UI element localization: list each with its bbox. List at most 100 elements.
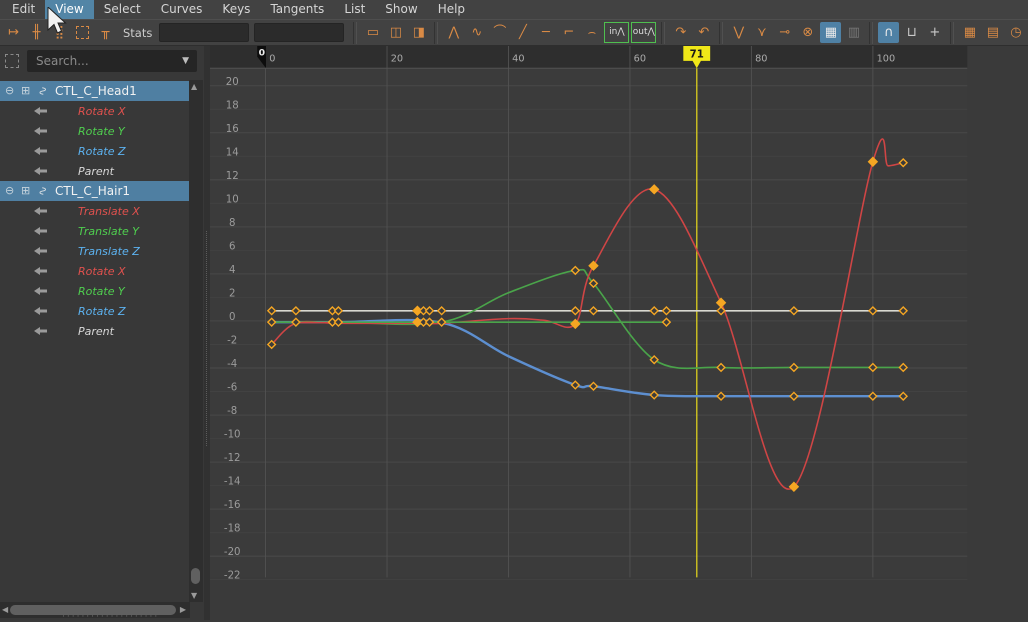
channel-key-icon [34,227,47,235]
channel-key-icon [34,267,47,275]
tree-channel-rotate-z[interactable]: Rotate Z [0,141,189,161]
y-tick-label: -10 [224,430,241,441]
channel-key-icon [34,127,47,135]
y-tick-label: -4 [227,359,237,370]
filter-selection-icon[interactable] [5,54,19,68]
expand-icon[interactable]: ⊞ [21,185,30,197]
stats-field-1[interactable] [159,23,250,42]
menu-item-keys[interactable]: Keys [212,0,260,19]
range-start-label: 0 [259,47,265,58]
time-editor-icon[interactable]: ◷ [1005,22,1026,43]
menu-item-curves[interactable]: Curves [151,0,213,19]
clamped-tangent-icon[interactable]: ⌒ [489,22,510,43]
linear-tangent-icon[interactable]: ╱ [512,22,533,43]
lock-tangent-weight-icon[interactable]: ⊗ [797,22,818,43]
insert-keys-icon[interactable]: ╫ [26,22,47,43]
tree-node-ctl-c-head1[interactable]: ⊖ ⊞ ∿ CTL_C_Head1 [0,81,189,101]
y-tick-label: -22 [224,571,241,582]
menu-item-tangents[interactable]: Tangents [260,0,334,19]
menu-item-list[interactable]: List [334,0,375,19]
buffer-curve-snapshot-icon[interactable]: ↷ [670,22,691,43]
collapse-icon[interactable]: ⊖ [5,85,14,97]
scroll-up-icon[interactable]: ▲ [191,82,197,91]
y-tick-label: 18 [226,100,239,111]
expand-icon[interactable]: ⊞ [21,85,30,97]
anim-curve-icon: ∿ [36,185,51,197]
value-snap-icon[interactable]: ⊔ [901,22,922,43]
tree-channel-parent[interactable]: Parent [0,321,189,341]
menu-bar: Edit View Select Curves Keys Tangents List Show… [0,0,1028,19]
y-tick-label: 12 [226,171,239,182]
x-tick-label: 40 [512,53,524,64]
tree-channel-translate-z[interactable]: Translate Z [0,241,189,261]
spreadsheet-view-icon[interactable]: ▦ [959,22,980,43]
channel-label: Rotate Z [78,305,126,318]
y-tick-label: 8 [229,218,235,229]
lattice-deform-keys-icon[interactable]: ⣿ [49,22,70,43]
search-input[interactable]: Search... ▼ [27,50,197,72]
free-tangent-weight-icon[interactable]: ⊸ [774,22,795,43]
frame-all-icon[interactable]: ▭ [362,22,383,43]
graph-background[interactable] [210,46,968,578]
center-current-time-icon[interactable]: ◨ [408,22,429,43]
unify-tangents-icon[interactable]: ⋎ [751,22,772,43]
x-tick-label: 0 [269,53,275,64]
channel-key-icon [34,287,47,295]
x-tick-label: 20 [391,53,403,64]
tree-channel-rotate-x[interactable]: Rotate X [0,101,189,121]
plateau-tangent-icon[interactable]: ⌢ [581,22,602,43]
tree-channel-translate-y[interactable]: Translate Y [0,221,189,241]
tree-vertical-scrollbar[interactable]: ▲ ▼ [189,80,203,602]
move-nearest-picked-key-icon[interactable]: ↦ [3,22,24,43]
toolbar: ↦ ╫ ⣿ ╥ Stats ▭ ◫ ◨ ⋀ ∿ ⌒ ╱ ─ ⌐ ⌢ in⋀ out⋀ ↷ ↶ ⋁ ⋎ ⊸ ⊗ ▦ ▥ ∩ ⊔ + ▦ ▤ ◷ [0,19,1028,46]
x-tick-label: 80 [755,53,767,64]
scroll-left-icon[interactable]: ◀ [2,605,8,614]
spline-tangent-icon[interactable]: ∿ [466,22,487,43]
time-ruler[interactable] [210,46,968,69]
dope-sheet-icon[interactable]: ▤ [982,22,1003,43]
scroll-down-icon[interactable]: ▼ [191,591,197,600]
region-select-keys-icon[interactable] [72,22,93,43]
break-tangents-icon[interactable]: ⋁ [728,22,749,43]
menu-item-edit[interactable]: Edit [2,0,45,19]
out-tangent-icon[interactable]: out⋀ [631,22,657,43]
key-nudge-icon[interactable]: + [924,22,945,43]
frame-playback-range-icon[interactable]: ◫ [385,22,406,43]
menu-item-view[interactable]: View [45,0,94,19]
menu-item-select[interactable]: Select [94,0,151,19]
auto-tangent-icon[interactable]: ⋀ [443,22,464,43]
y-tick-label: -16 [224,500,241,511]
search-dropdown-icon[interactable]: ▼ [182,56,189,66]
curve-graph-area[interactable]: 20181614121086420-2-4-6-8-10-12-14-16-18… [210,46,1028,620]
stacked-view-toggle-icon[interactable]: ▦ [820,22,842,43]
channel-label: Translate X [78,205,140,218]
tree-channel-translate-x[interactable]: Translate X [0,201,189,221]
pre-infinity-cycle-icon[interactable]: ▥ [843,22,864,43]
y-tick-label: 4 [229,265,235,276]
y-tick-label: 16 [226,124,239,135]
in-tangent-icon[interactable]: in⋀ [604,22,630,43]
scroll-right-icon[interactable]: ▶ [180,605,186,614]
tree-channel-parent[interactable]: Parent [0,161,189,181]
menu-item-help[interactable]: Help [428,0,475,19]
tree-channel-rotate-x[interactable]: Rotate X [0,261,189,281]
tree-channel-rotate-z[interactable]: Rotate Z [0,301,189,321]
step-tangent-icon[interactable]: ⌐ [558,22,579,43]
y-tick-label: -18 [224,524,241,535]
collapse-icon[interactable]: ⊖ [5,185,14,197]
time-snap-icon[interactable]: ∩ [878,22,900,43]
channel-key-icon [34,167,47,175]
y-tick-label: 6 [229,241,235,252]
retime-keys-icon[interactable]: ╥ [95,22,116,43]
channel-label: Rotate X [78,265,126,278]
swap-buffer-curve-icon[interactable]: ↶ [693,22,714,43]
tree-channel-rotate-y[interactable]: Rotate Y [0,121,189,141]
panel-resize-grip[interactable]: ···················· [62,612,159,622]
flat-tangent-icon[interactable]: ─ [535,22,556,43]
y-tick-label: -12 [224,453,241,464]
tree-channel-rotate-y[interactable]: Rotate Y [0,281,189,301]
tree-node-ctl-c-hair1[interactable]: ⊖ ⊞ ∿ CTL_C_Hair1 [0,181,189,201]
vertical-scroll-thumb[interactable] [191,568,200,584]
stats-field-2[interactable] [254,23,345,42]
menu-item-show[interactable]: Show [375,0,427,19]
